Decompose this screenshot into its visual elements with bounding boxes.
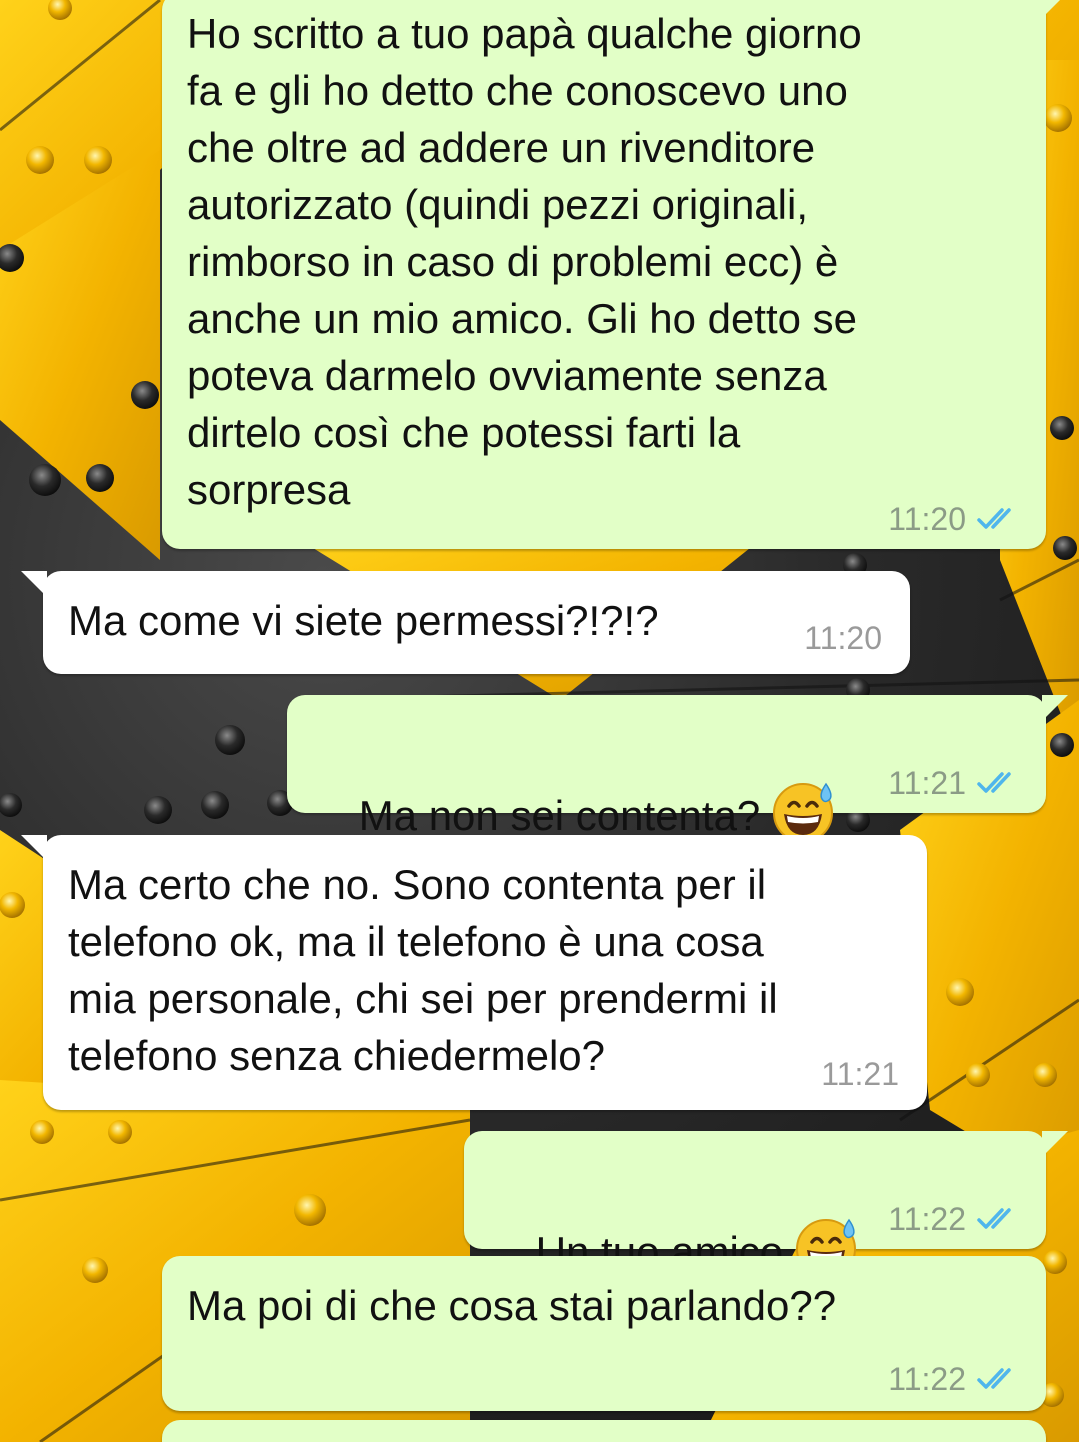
bubble-tail: [21, 571, 47, 597]
message-bubble-outgoing-partial[interactable]: [162, 1420, 1046, 1442]
message-bubble-outgoing[interactable]: Un tuo amico 11:22: [464, 1131, 1068, 1279]
message-text: Ma non sei contenta?: [358, 792, 761, 839]
double-check-read-icon: [977, 1208, 1011, 1229]
message-time: 11:22: [888, 1361, 966, 1397]
message-time: 11:20: [804, 620, 882, 656]
message-time: 11:21: [821, 1056, 899, 1092]
message-bubble-outgoing[interactable]: Ma poi di che cosa stai parlando?? 11:22: [162, 1256, 1046, 1411]
message-text: Ma poi di che cosa stai parlando??: [187, 1282, 837, 1329]
double-check-read-icon: [977, 772, 1011, 793]
message-time: 11:22: [888, 1201, 966, 1237]
message-text: Ma certo che no. Sono contenta per il te…: [68, 861, 778, 1079]
bubble-tail: [21, 835, 47, 861]
bubble-tail: [1042, 0, 1068, 18]
message-meta: 11:21: [888, 765, 1022, 801]
message-meta: 11:21: [821, 1056, 899, 1092]
bubble-tail: [1042, 1131, 1068, 1157]
double-check-read-icon: [977, 508, 1011, 529]
message-bubble-outgoing[interactable]: Ma non sei contenta? 11:21: [287, 695, 1068, 843]
message-time: 11:20: [888, 501, 966, 537]
bubble-tail: [1042, 695, 1068, 721]
message-meta: 11:20: [804, 620, 882, 656]
double-check-read-icon: [977, 1368, 1011, 1389]
message-text: Ho scritto a tuo papà qualche giorno fa …: [187, 10, 862, 513]
message-bubble-outgoing[interactable]: Ho scritto a tuo papà qualche giorno fa …: [162, 0, 1068, 549]
message-text: Ma come vi siete permessi?!?!?: [68, 597, 659, 644]
message-meta: 11:22: [888, 1361, 1022, 1397]
message-meta: 11:22: [888, 1201, 1022, 1237]
message-meta: 11:20: [888, 501, 1022, 537]
message-bubble-incoming[interactable]: Ma certo che no. Sono contenta per il te…: [21, 835, 927, 1110]
message-time: 11:21: [888, 765, 966, 801]
message-bubble-incoming[interactable]: Ma come vi siete permessi?!?!? 11:20: [21, 571, 910, 674]
